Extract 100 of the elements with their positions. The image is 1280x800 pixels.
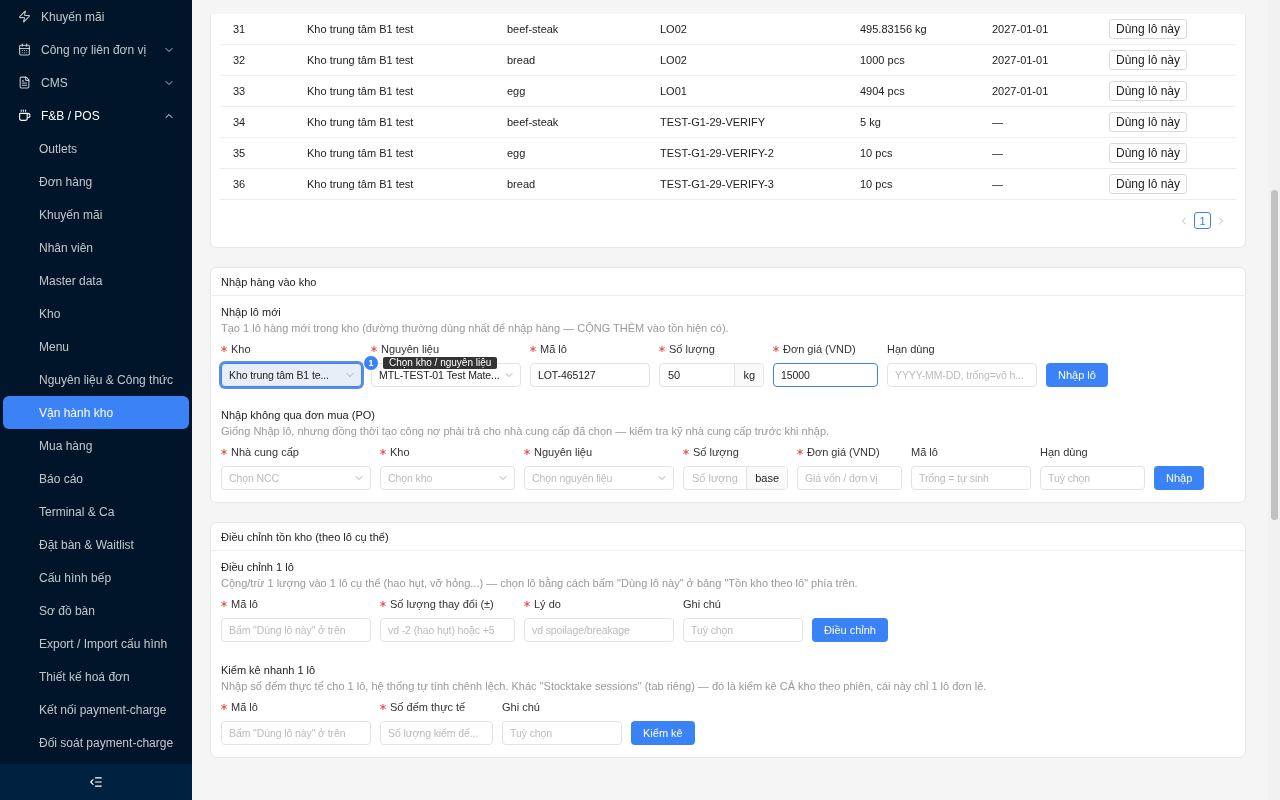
sidebar-item[interactable]: Công nợ liên đơn vị: [3, 33, 189, 66]
sidebar-subitem[interactable]: Vận hành kho: [3, 396, 189, 429]
scrollbar[interactable]: [1268, 0, 1280, 800]
field-label: Số lượng thay đổi (±): [390, 598, 494, 610]
submit-button[interactable]: Nhập lô: [1046, 363, 1108, 387]
sidebar-subitem[interactable]: Kho: [3, 297, 189, 330]
field-label: Lý do: [534, 598, 561, 610]
table-cell-text: 4904 pcs: [860, 85, 906, 97]
sidebar-subitem[interactable]: Sơ đồ bàn: [3, 594, 189, 627]
sidebar-subitem[interactable]: Terminal & Ca: [3, 495, 189, 528]
section-title: Kiểm kê nhanh 1 lô: [221, 664, 317, 676]
sidebar-item[interactable]: CMS: [3, 66, 189, 99]
field-label: Mã lô: [911, 446, 938, 458]
table-cell-text: 2027-01-01: [992, 23, 1050, 35]
sidebar-subitem[interactable]: Nguyên liệu & Công thức: [3, 363, 189, 396]
field-label: Ghi chú: [683, 598, 721, 610]
table-cell-text: beef-steak: [507, 116, 560, 128]
required-icon: [683, 449, 689, 455]
table-cell-text: TEST-G1-29-VERIFY: [660, 116, 767, 128]
required-icon: [221, 449, 227, 455]
table-cell-text: 36: [233, 178, 247, 190]
section-title: Nhập lô mới: [221, 306, 282, 318]
sidebar-subitem[interactable]: Kết nối payment-charge: [3, 693, 189, 726]
quantity-field[interactable]: Số lượng base: [683, 466, 788, 490]
table-cell-text: LO01: [660, 85, 688, 97]
table-cell-text: 10 pcs: [860, 178, 894, 190]
section-description: Tạo 1 lô hàng mới trong kho (đường thường dùng nhất để nhập hàng — CỘNG THÊM vào tồn hiện có).: [221, 322, 730, 334]
sidebar-subitem[interactable]: Đặt bàn & Waitlist: [3, 528, 189, 561]
sidebar-subitem[interactable]: Menu: [3, 330, 189, 363]
input-field[interactable]: 15000: [773, 363, 878, 387]
submit-button[interactable]: Kiểm kê: [631, 721, 695, 745]
sidebar-subitem[interactable]: Cấu hình bếp: [3, 561, 189, 594]
section-description: Giống Nhập lô, nhưng đồng thời tạo công nợ phải trả cho nhà cung cấp đã chọn — kiểm tra kỹ nhà cung cấp trước khi nhập.: [221, 425, 831, 437]
calendar-icon: [18, 43, 31, 56]
input-field[interactable]: LOT-465127: [530, 363, 650, 387]
use-lot-button[interactable]: Dùng lô này: [1109, 81, 1188, 101]
sidebar-subitem[interactable]: Master data: [3, 264, 189, 297]
table-cell-text: egg: [507, 147, 527, 159]
table-cell-text: 5 kg: [860, 116, 882, 128]
required-icon: [380, 601, 386, 607]
required-icon: [524, 601, 530, 607]
sidebar-item[interactable]: Khuyến mãi: [3, 0, 189, 33]
table-cell-text: Kho trung tâm B1 test: [307, 178, 415, 190]
table-cell-text: Kho trung tâm B1 test: [307, 85, 415, 97]
sidebar-subitem[interactable]: Thiết kế hoá đơn: [3, 660, 189, 693]
field-label: Mã lô: [540, 343, 567, 355]
table-cell-text: Kho trung tâm B1 test: [307, 116, 415, 128]
field-label: Kho: [390, 446, 410, 458]
use-lot-button[interactable]: Dùng lô này: [1109, 174, 1188, 194]
sidebar-subitem[interactable]: Đối soát payment-charge: [3, 726, 189, 759]
field-label: Số lượng: [693, 446, 739, 458]
submit-button[interactable]: Nhập: [1154, 466, 1205, 490]
table-cell-text: TEST-G1-29-VERIFY-2: [660, 147, 775, 159]
field-label: Nhà cung cấp: [231, 446, 299, 458]
field-label: Hạn dùng: [1040, 446, 1088, 458]
submit-button[interactable]: Điều chỉnh: [812, 618, 888, 642]
sidebar-subitem[interactable]: Mua hàng: [3, 429, 189, 462]
table-cell-text: 2027-01-01: [992, 54, 1050, 66]
table-cell-text: bread: [507, 54, 537, 66]
sidebar-subitem[interactable]: Đơn hàng: [3, 165, 189, 198]
required-icon: [530, 346, 536, 352]
collapse-menu-icon[interactable]: [89, 775, 103, 789]
table-cell-text: 31: [233, 23, 247, 35]
use-lot-button[interactable]: Dùng lô này: [1109, 112, 1188, 132]
use-lot-button[interactable]: Dùng lô này: [1109, 50, 1188, 70]
sidebar-subitem[interactable]: Outlets: [3, 132, 189, 165]
required-icon: [659, 346, 665, 352]
required-icon: [221, 704, 227, 710]
quantity-field[interactable]: 50 kg: [659, 363, 764, 387]
table-cell-text: TEST-G1-29-VERIFY-3: [660, 178, 775, 190]
use-lot-button[interactable]: Dùng lô này: [1109, 143, 1188, 163]
required-icon: [371, 346, 377, 352]
lightning-icon: [18, 10, 31, 23]
sidebar-subitem[interactable]: Nhân viên: [3, 231, 189, 264]
required-icon: [797, 449, 803, 455]
table-cell-text: 1000 pcs: [860, 54, 906, 66]
table-cell-text: beef-steak: [507, 23, 560, 35]
sidebar-subitem[interactable]: Export / Import cấu hình: [3, 627, 189, 660]
required-icon: [221, 346, 227, 352]
sidebar-subitem[interactable]: Báo cáo: [3, 462, 189, 495]
required-icon: [773, 346, 779, 352]
table-cell-text: LO02: [660, 54, 688, 66]
card-title: Nhập hàng vào kho: [211, 268, 1245, 296]
sidebar-subitem[interactable]: Khuyến mãi: [3, 198, 189, 231]
field-label: Mã lô: [231, 598, 258, 610]
section-title: Điều chỉnh 1 lô: [221, 561, 295, 573]
select-field[interactable]: Kho trung tâm B1 te...: [221, 363, 362, 387]
use-lot-button[interactable]: Dùng lô này: [1109, 19, 1188, 39]
table-cell-text: —: [992, 116, 1004, 128]
table-cell-text: —: [992, 178, 1004, 190]
section-description: Cộng/trừ 1 lượng vào 1 lô cụ thể (hao hụt, vỡ hỏng...) — chọn lô bằng cách bấm "Dùng lô này" ở bảng "Tồn kho theo lô" phía trên.: [221, 577, 859, 589]
table-cell-text: —: [992, 147, 1004, 159]
table-cell-text: 35: [233, 147, 247, 159]
sidebar-item[interactable]: F&B / POS: [3, 99, 189, 132]
field-label: Đơn giá (VND): [807, 446, 880, 458]
table-cell-text: egg: [507, 85, 527, 97]
table-cell-text: Kho trung tâm B1 test: [307, 23, 415, 35]
table-cell-text: 495.83156 kg: [860, 23, 928, 35]
cup-icon: [18, 109, 31, 122]
page-button[interactable]: 1: [1194, 212, 1211, 229]
